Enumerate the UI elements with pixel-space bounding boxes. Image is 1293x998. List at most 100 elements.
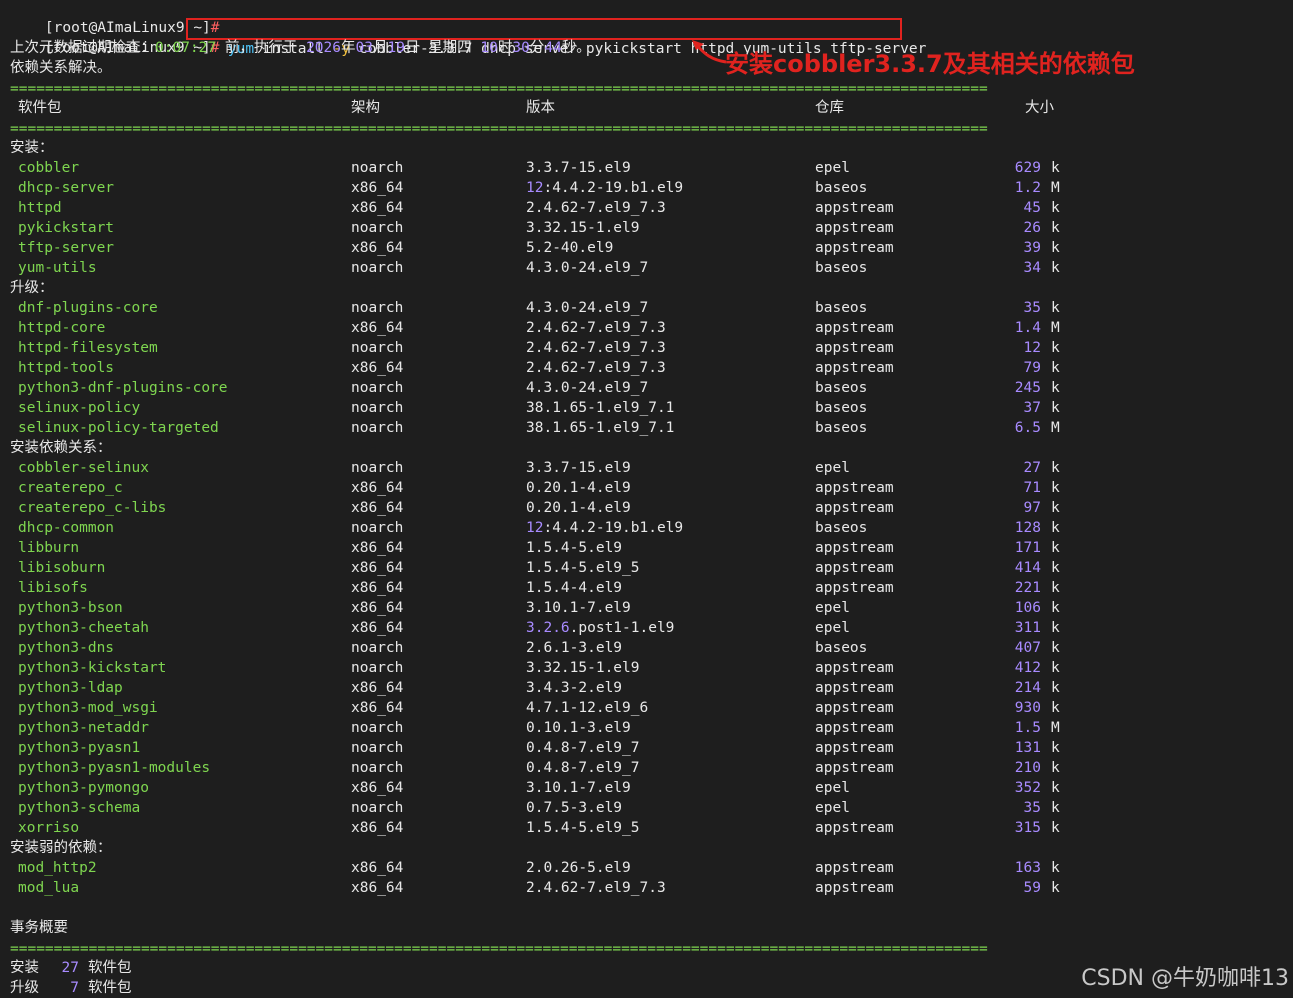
package-version: 3.10.1-7.el9 — [526, 778, 631, 798]
package-version: 4.3.0-24.el9_7 — [526, 258, 648, 278]
package-version: 0.10.1-3.el9 — [526, 718, 631, 738]
package-size-unit: k — [1051, 600, 1060, 616]
version-text: 0.7.5-3.el9 — [526, 800, 623, 816]
section-title: 安装弱的依赖： — [10, 840, 112, 856]
package-name: dhcp-common — [18, 520, 115, 536]
package-name: python3-cheetah — [18, 620, 149, 636]
package-repo: appstream — [815, 500, 894, 516]
package-repo: appstream — [815, 760, 894, 776]
package-repo: baseos — [815, 640, 868, 656]
package-arch: x86_64 — [351, 200, 404, 216]
package-size-unit: k — [1051, 680, 1060, 696]
meta-hour: 10 — [480, 40, 498, 56]
package-size: 35 — [1023, 300, 1041, 316]
package-version: 5.2-40.el9 — [526, 238, 613, 258]
version-text: 4.7.1-12.el9_6 — [526, 700, 649, 716]
package-size: 407 — [1014, 640, 1041, 656]
package-size-unit: k — [1051, 480, 1060, 496]
package-repo: epel — [815, 460, 850, 476]
package-name: httpd — [18, 200, 62, 216]
meta-second: 44 — [544, 40, 562, 56]
version-text: 4.3.0-24.el9_7 — [526, 380, 649, 396]
version-text: 0.4.8-7.el9_7 — [526, 740, 640, 756]
package-size: 315 — [1014, 820, 1041, 836]
package-size: 214 — [1014, 680, 1041, 696]
package-arch: x86_64 — [351, 320, 404, 336]
package-size: 163 — [1014, 860, 1041, 876]
package-repo: appstream — [815, 480, 894, 496]
package-repo: epel — [815, 780, 850, 796]
summary-label: 升级 — [10, 980, 39, 996]
package-arch: x86_64 — [351, 240, 404, 256]
package-name: createrepo_c — [18, 480, 123, 496]
version-text: 2.4.62-7.el9_7.3 — [526, 880, 666, 896]
meta-minute: 30 — [512, 40, 530, 56]
summary-count: 27 — [61, 960, 79, 976]
package-name: cobbler — [18, 160, 80, 176]
summary-count: 7 — [70, 980, 79, 996]
package-arch: noarch — [351, 740, 404, 756]
package-size: 171 — [1014, 540, 1041, 556]
package-name: python3-pyasn1-modules — [18, 760, 211, 776]
package-size-unit: k — [1051, 700, 1060, 716]
meta-year: 2026 — [306, 40, 341, 56]
meta-h-suffix: 时 — [497, 40, 513, 56]
version-text: 0.10.1-3.el9 — [526, 720, 631, 736]
terminal-window[interactable]: [root@AImaLinux9 ~]# [root@AImaLinux9 ~]… — [0, 0, 1293, 997]
version-text: 2.0.26-5.el9 — [526, 860, 631, 876]
package-size: 1.2 — [1014, 180, 1041, 196]
package-name: python3-pyasn1 — [18, 740, 141, 756]
package-repo: appstream — [815, 860, 894, 876]
package-name: python3-kickstart — [18, 660, 167, 676]
meta-mid: 前，执行于 — [216, 40, 307, 56]
package-repo: baseos — [815, 520, 868, 536]
version-text: :4.4.2-19.b1.el9 — [543, 520, 684, 536]
package-repo: baseos — [815, 420, 868, 436]
package-size-unit: k — [1051, 660, 1060, 676]
summary-unit: 软件包 — [88, 980, 132, 996]
package-size: 39 — [1023, 240, 1041, 256]
package-size: 131 — [1014, 740, 1041, 756]
package-version: 1.5.4-4.el9 — [526, 578, 622, 598]
meta-s-suffix: 秒。 — [561, 40, 591, 56]
package-name: pykickstart — [18, 220, 115, 236]
package-version: 3.32.15-1.el9 — [526, 218, 640, 238]
resolving-line: 依赖关系解决。 — [10, 60, 112, 76]
package-size: 1.4 — [1014, 320, 1041, 336]
package-size-unit: k — [1051, 800, 1060, 816]
package-version: 2.0.26-5.el9 — [526, 858, 631, 878]
package-size-unit: k — [1051, 160, 1060, 176]
package-name: selinux-policy — [18, 400, 141, 416]
package-size: 6.5 — [1014, 420, 1041, 436]
meta-time: 0:07:27 — [155, 40, 217, 56]
package-version: 2.4.62-7.el9_7.3 — [526, 198, 666, 218]
package-arch: noarch — [351, 760, 404, 776]
package-arch: noarch — [351, 520, 404, 536]
version-epoch: 12 — [526, 520, 544, 536]
version-epoch: 12 — [526, 180, 544, 196]
package-repo: appstream — [815, 240, 894, 256]
package-size-unit: k — [1051, 560, 1060, 576]
header-package: 软件包 — [18, 100, 62, 116]
package-size-unit: k — [1051, 400, 1060, 416]
separator-line: ========================================… — [10, 941, 988, 957]
package-arch: x86_64 — [351, 480, 404, 496]
version-text: 2.4.62-7.el9_7.3 — [526, 320, 666, 336]
package-arch: noarch — [351, 640, 404, 656]
section-title: 升级： — [10, 280, 54, 296]
package-name: selinux-policy-targeted — [18, 420, 219, 436]
package-arch: x86_64 — [351, 560, 404, 576]
version-text: 3.32.15-1.el9 — [526, 220, 640, 236]
package-name: python3-bson — [18, 600, 123, 616]
package-arch: x86_64 — [351, 860, 404, 876]
package-size-unit: k — [1051, 620, 1060, 636]
package-name: xorriso — [18, 820, 80, 836]
package-version: 1.5.4-5.el9 — [526, 538, 622, 558]
version-text: 2.4.62-7.el9_7.3 — [526, 200, 666, 216]
package-version: 0.20.1-4.el9 — [526, 478, 631, 498]
package-arch: x86_64 — [351, 880, 404, 896]
version-text: 3.10.1-7.el9 — [526, 600, 631, 616]
package-name: tftp-server — [18, 240, 115, 256]
package-version: 12:4.4.2-19.b1.el9 — [526, 518, 683, 538]
package-size: 629 — [1014, 160, 1041, 176]
